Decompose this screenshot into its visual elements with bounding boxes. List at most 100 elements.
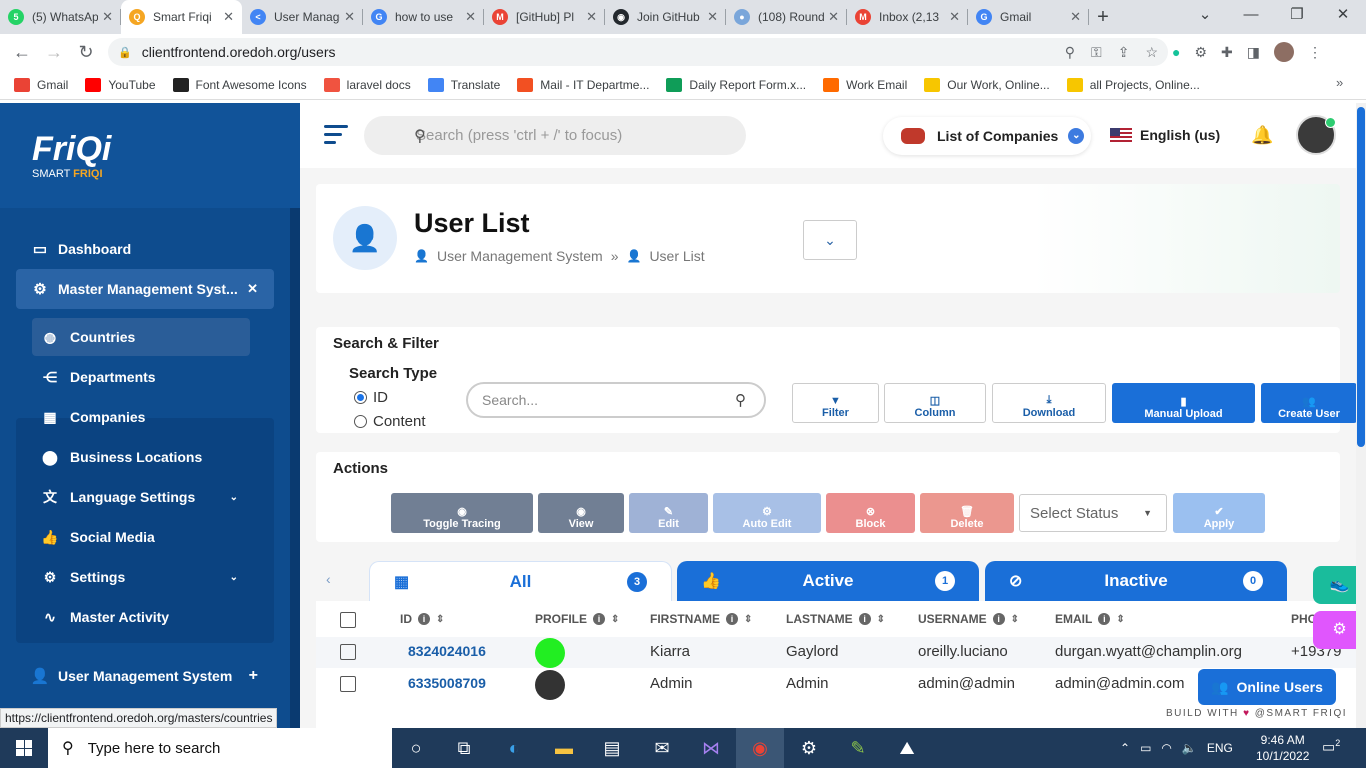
sort-icon[interactable]: ⇕ — [1116, 614, 1124, 625]
chevron-down-icon[interactable]: ⌄ — [230, 492, 238, 503]
start-button[interactable] — [0, 728, 48, 768]
close-window-button[interactable]: ✕ — [1320, 0, 1366, 34]
new-tab-button[interactable]: + — [1089, 6, 1117, 29]
edit-button[interactable]: ✎ Edit — [629, 493, 708, 533]
chrome-icon[interactable]: ◉ — [746, 734, 774, 762]
breadcrumb-item[interactable]: User Management System — [437, 248, 603, 264]
info-icon[interactable]: i — [1098, 613, 1111, 625]
key-icon[interactable]: ⚿ — [1091, 44, 1102, 61]
browser-tab[interactable]: ◉ Join GitHub ✕ — [605, 0, 726, 34]
info-icon[interactable]: i — [858, 613, 871, 625]
delete-button[interactable]: 🗑 Delete — [920, 493, 1014, 533]
create-user-button[interactable]: 👥 Create User — [1261, 383, 1357, 423]
column-header[interactable]: PROFILE i ⇕ — [535, 612, 619, 626]
notification-icon[interactable]: ▭2 — [1322, 738, 1340, 756]
column-header[interactable]: FIRSTNAME i ⇕ — [650, 612, 752, 626]
radio-button[interactable] — [354, 415, 367, 428]
close-tab-icon[interactable]: ✕ — [1070, 9, 1081, 25]
submenu-item[interactable]: 文 Language Settings ⌄ — [32, 478, 250, 516]
tab-inactive[interactable]: ⊘ Inactive 0 — [985, 561, 1287, 601]
status-select[interactable]: Select Status ▼ — [1019, 494, 1167, 532]
url-bar[interactable]: 🔒 clientfrontend.oredoh.org/users ⚲ ⚿ ⇪ … — [108, 38, 1168, 66]
bookmark[interactable]: Mail - IT Departme... — [517, 77, 649, 92]
filter-button[interactable]: ▼ Filter — [792, 383, 879, 423]
mail-icon[interactable]: ✉ — [648, 734, 676, 762]
global-search-input[interactable]: ⚲ Search (press 'ctrl + /' to focus) — [364, 116, 746, 155]
taskbar-search[interactable]: ⚲ Type here to search — [48, 728, 392, 768]
close-tab-icon[interactable]: ✕ — [465, 9, 476, 25]
view-button[interactable]: ◉ View — [538, 493, 624, 533]
tab-active[interactable]: 👍 Active 1 — [677, 561, 979, 601]
search-input[interactable]: Search... ⚲ — [466, 382, 766, 418]
bookmark[interactable]: Daily Report Form.x... — [666, 77, 806, 92]
expand-button[interactable]: ⌄ — [803, 220, 857, 260]
page-scrollbar[interactable] — [1356, 103, 1366, 728]
online-users-button[interactable]: 👥 Online Users — [1198, 669, 1336, 705]
radio-button[interactable] — [354, 391, 367, 404]
close-tab-icon[interactable]: ✕ — [828, 9, 839, 25]
store-icon[interactable]: ▤ — [598, 734, 626, 762]
browser-tab[interactable]: Ghow to use ✕ — [363, 0, 484, 34]
auto-edit-button[interactable]: ⚙ Auto Edit — [713, 493, 821, 533]
battery-icon[interactable]: ▭ — [1140, 741, 1151, 755]
clock[interactable]: 9:46 AM 10/1/2022 — [1256, 732, 1309, 764]
select-all-checkbox[interactable] — [340, 612, 356, 628]
close-icon[interactable]: ✕ — [247, 281, 258, 297]
submenu-item[interactable]: 👍 Social Media — [32, 518, 250, 556]
block-button[interactable]: ⊗ Block — [826, 493, 915, 533]
manual-upload-button[interactable]: ▮ Manual Upload — [1112, 383, 1255, 423]
bookmark[interactable]: all Projects, Online... — [1066, 77, 1200, 92]
browser-tab[interactable]: M Inbox (2,13 ✕ — [847, 0, 968, 34]
bookmark[interactable]: laravel docs — [323, 77, 411, 92]
chevron-up-icon[interactable]: ⌃ — [1120, 741, 1130, 755]
puzzle-icon[interactable]: ✚ — [1221, 44, 1233, 61]
settings-icon[interactable]: ⚙ — [795, 734, 823, 762]
download-button[interactable]: ⤓ Download — [992, 383, 1106, 423]
tab-search-icon[interactable]: ⌄ — [1182, 0, 1228, 34]
sort-icon[interactable]: ⇕ — [877, 614, 885, 625]
column-button[interactable]: ◫ Column — [884, 383, 986, 423]
browser-tab[interactable]: < User Management ✕ — [242, 0, 363, 34]
location-icon[interactable]: ⚲ — [1065, 44, 1075, 61]
tab-all[interactable]: ▦ All 3 — [369, 561, 672, 601]
photos-icon[interactable]: ⛰ — [893, 734, 921, 762]
cortana-icon[interactable]: ○ — [402, 734, 430, 762]
close-tab-icon[interactable]: ✕ — [344, 9, 355, 25]
browser-tab[interactable]: Q Smart Friqi ✕ — [121, 0, 242, 34]
close-tab-icon[interactable]: ✕ — [223, 9, 234, 25]
profile-avatar[interactable] — [535, 670, 565, 700]
profile-icon[interactable] — [1274, 42, 1294, 62]
browser-tab[interactable]: ● (108) Round ✕ — [726, 0, 847, 34]
forward-button[interactable]: → — [38, 42, 70, 63]
notepad-icon[interactable]: ✎ — [844, 734, 872, 762]
star-icon[interactable]: ☆ — [1145, 44, 1158, 61]
edge-icon[interactable]: ◐ — [500, 734, 528, 762]
sidepanel-icon[interactable]: ◨ — [1247, 44, 1260, 61]
grammarly-icon[interactable]: ● — [1172, 44, 1180, 60]
logo[interactable]: FriQi SMART FRIQI — [0, 103, 300, 208]
bell-icon[interactable]: 🔔 — [1251, 125, 1273, 146]
cell-id[interactable]: 8324024016 — [408, 643, 486, 659]
sidebar-scrollbar[interactable] — [290, 208, 300, 728]
row-checkbox[interactable] — [340, 676, 356, 692]
bookmark[interactable]: Work Email — [823, 77, 907, 92]
extension-icon[interactable]: ⚙ — [1194, 44, 1207, 61]
sort-icon[interactable]: ⇕ — [744, 614, 752, 625]
close-tab-icon[interactable]: ✕ — [586, 9, 597, 25]
radio-id[interactable]: ID — [354, 389, 388, 406]
submenu-item[interactable]: ∿ Master Activity — [32, 598, 250, 636]
language-indicator[interactable]: ENG — [1207, 741, 1233, 755]
info-icon[interactable]: i — [418, 613, 430, 625]
sidebar-item-master-management[interactable]: ⚙ Master Management Syst... ✕ — [16, 269, 274, 309]
submenu-item[interactable]: ⬤ Business Locations — [32, 438, 250, 476]
column-header[interactable]: LASTNAME i ⇕ — [786, 612, 885, 626]
submenu-item[interactable]: ⋲ Departments — [32, 358, 250, 396]
browser-tab[interactable]: G Gmail ✕ — [968, 0, 1089, 34]
wifi-icon[interactable]: ◠ — [1161, 741, 1171, 755]
plus-icon[interactable]: + — [249, 667, 258, 685]
chevron-down-icon[interactable]: ⌄ — [230, 572, 238, 583]
apply-button[interactable]: ✔ Apply — [1173, 493, 1265, 533]
volume-icon[interactable]: 🔈 — [1182, 741, 1197, 755]
profile-avatar[interactable] — [535, 638, 565, 668]
column-header[interactable]: USERNAME i ⇕ — [918, 612, 1019, 626]
